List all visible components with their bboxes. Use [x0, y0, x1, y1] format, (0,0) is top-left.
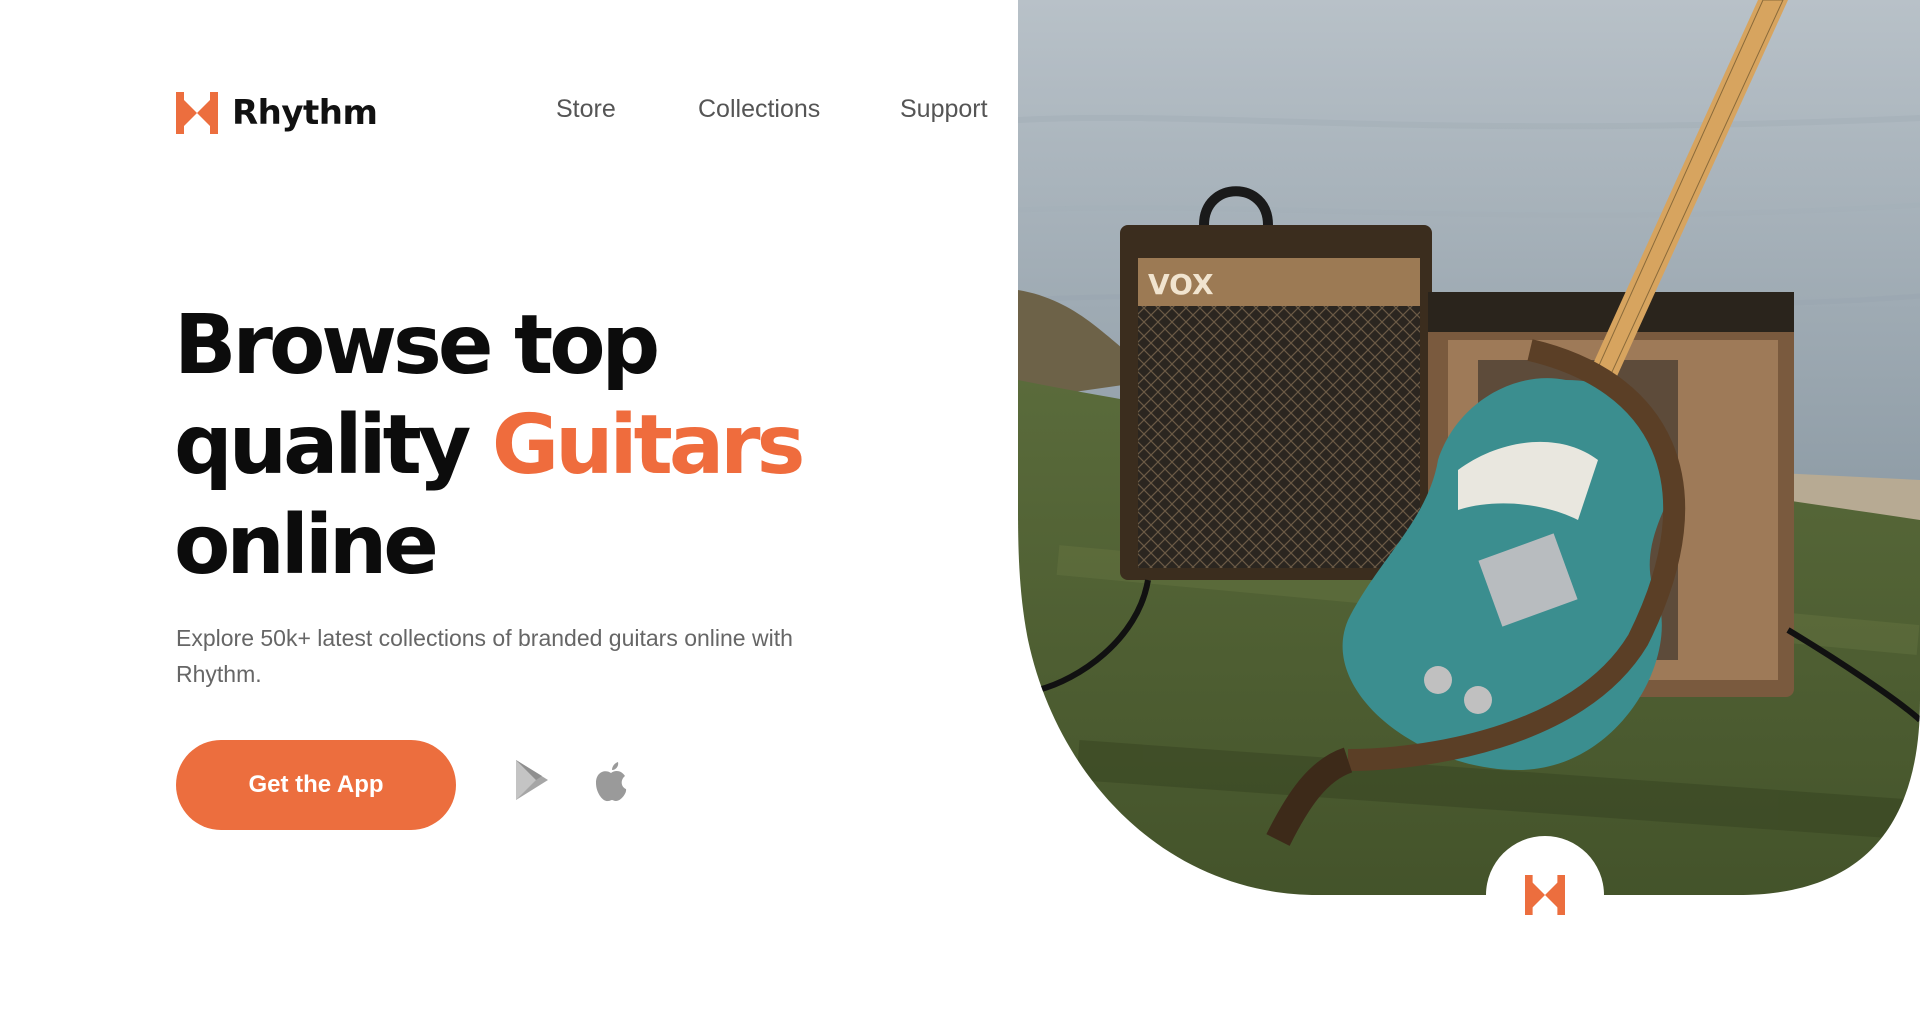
rhythm-logo-icon — [176, 92, 218, 134]
logo-badge — [1486, 836, 1604, 954]
hero-subtitle: Explore 50k+ latest collections of brand… — [176, 625, 793, 687]
nav-support[interactable]: Support — [900, 95, 988, 124]
get-app-button[interactable]: Get the App — [176, 740, 456, 830]
nav-store[interactable]: Store — [556, 95, 616, 124]
landing-page: Rhythm Store Collections Support Browse … — [0, 0, 1920, 1032]
brand-logo[interactable]: Rhythm — [176, 92, 378, 134]
rhythm-badge-icon — [1525, 875, 1565, 915]
hero-image: VOX — [1018, 0, 1920, 895]
headline-line-3: online — [174, 498, 439, 593]
hero-headline: Browse top quality Guitars online — [174, 296, 874, 596]
headline-accent: Guitars — [491, 398, 806, 493]
nav-collections[interactable]: Collections — [698, 95, 820, 124]
headline-line-2: quality Guitars — [174, 396, 874, 496]
brand-name: Rhythm — [232, 93, 378, 133]
apple-icon[interactable] — [591, 756, 631, 804]
headline-line-1: Browse top — [174, 298, 660, 393]
google-play-icon[interactable] — [512, 756, 552, 804]
headline-plain: quality — [174, 398, 492, 493]
svg-text:VOX: VOX — [1148, 268, 1214, 301]
